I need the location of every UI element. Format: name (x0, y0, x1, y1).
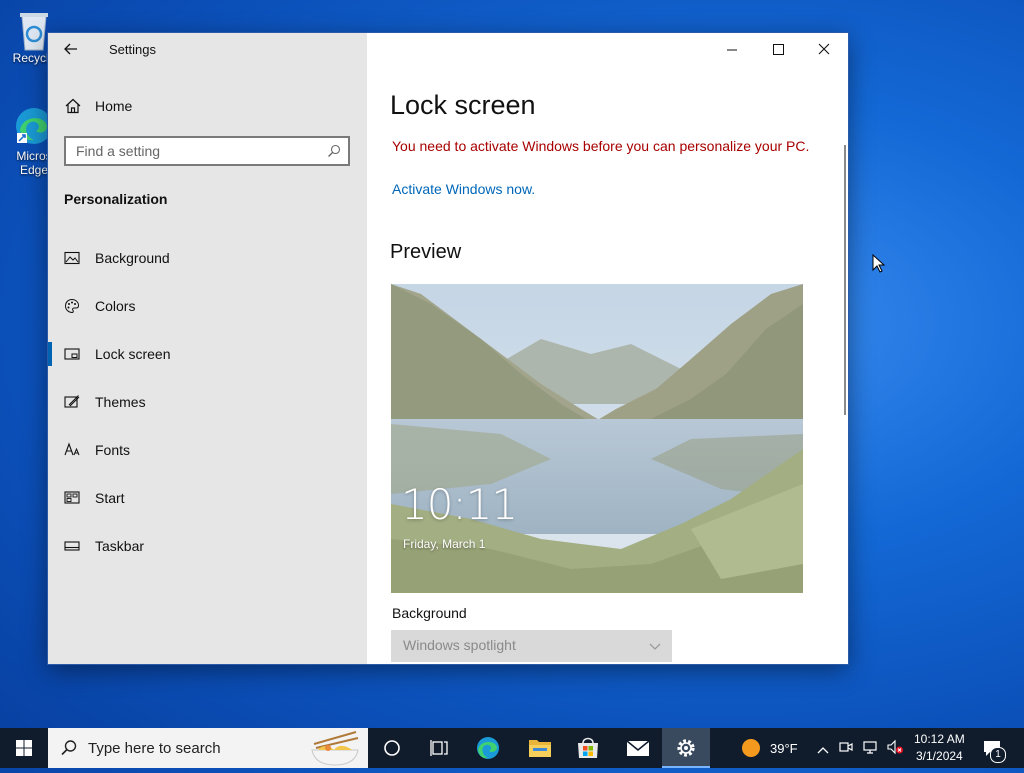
taskbar-icon (64, 538, 80, 554)
cortana-circle-icon (384, 740, 400, 756)
taskbar-search[interactable]: Type here to search (48, 728, 368, 768)
lock-screen-preview: 10:11 Friday, March 1 (391, 284, 803, 593)
activation-warning: You need to activate Windows before you … (392, 138, 810, 154)
preview-time: 10:11 (401, 480, 518, 529)
sidebar-item-label: Themes (95, 394, 146, 410)
mouse-cursor-icon (872, 253, 886, 279)
back-arrow-icon (64, 43, 77, 55)
windows-logo-icon (16, 740, 32, 756)
content-scrollbar[interactable] (844, 145, 846, 415)
maximize-button[interactable] (755, 37, 801, 63)
mail-icon (626, 740, 650, 756)
search-input[interactable] (66, 138, 326, 164)
task-view-icon (430, 740, 448, 756)
cortana-button[interactable] (368, 728, 416, 768)
file-explorer-button[interactable] (516, 728, 564, 768)
section-title: Personalization (64, 191, 168, 207)
notification-count-badge: 1 (990, 747, 1006, 763)
store-bag-icon (578, 737, 598, 758)
minimize-button[interactable] (709, 37, 755, 63)
sidebar-item-label: Background (95, 250, 170, 266)
lock-screen-icon (64, 346, 80, 362)
chevron-down-icon (648, 639, 662, 655)
network-icon[interactable] (862, 739, 878, 760)
store-button[interactable] (564, 728, 612, 768)
sidebar-item-label: Taskbar (95, 538, 145, 554)
chevron-up-icon[interactable] (816, 742, 830, 760)
close-button[interactable] (801, 37, 847, 63)
weather-temperature[interactable]: 39°F (770, 741, 798, 756)
background-label: Background (392, 605, 467, 621)
maximize-icon (773, 44, 784, 55)
mail-button[interactable] (614, 728, 662, 768)
volume-muted-icon[interactable] (886, 739, 904, 760)
taskbar-search-label: Type here to search (88, 740, 221, 757)
page-title: Lock screen (390, 90, 536, 120)
folder-icon (529, 740, 551, 757)
back-button[interactable] (62, 40, 84, 60)
fonts-icon (64, 442, 80, 458)
app-title: Settings (109, 42, 156, 57)
clock-time[interactable]: 10:12 AM (914, 732, 965, 746)
sidebar-item-fonts[interactable]: Fonts (48, 435, 367, 465)
start-button[interactable] (0, 728, 48, 768)
sidebar-item-themes[interactable]: Themes (48, 387, 367, 417)
sidebar-item-background[interactable]: Background (48, 243, 367, 273)
search-icon (60, 739, 78, 762)
taskbar-settings-button[interactable] (662, 728, 710, 768)
minimize-icon (727, 49, 737, 51)
gear-icon (677, 739, 695, 757)
picture-icon (64, 250, 80, 266)
sidebar: Settings Home Personalization Background (48, 33, 367, 664)
sidebar-item-start[interactable]: Start (48, 483, 367, 513)
meet-now-icon[interactable] (838, 739, 854, 760)
sidebar-item-label: Colors (95, 298, 136, 314)
taskbar-edge-button[interactable] (464, 728, 512, 768)
noodle-bowl-icon (304, 730, 366, 771)
content-pane: Lock screen You need to activate Windows… (367, 33, 848, 664)
sidebar-item-taskbar[interactable]: Taskbar (48, 531, 367, 561)
sidebar-item-label: Start (95, 490, 125, 506)
start-icon (64, 490, 80, 506)
sidebar-item-colors[interactable]: Colors (48, 291, 367, 321)
edge-icon (477, 737, 499, 759)
sidebar-item-label: Lock screen (95, 346, 171, 362)
close-icon (818, 43, 830, 55)
search-icon[interactable] (327, 144, 341, 163)
palette-icon (64, 298, 80, 314)
themes-icon (64, 394, 80, 410)
nav-home[interactable]: Home (48, 93, 367, 119)
sidebar-item-lock-screen[interactable]: Lock screen (48, 339, 367, 369)
weather-sun-icon[interactable] (741, 738, 761, 763)
preview-date: Friday, March 1 (403, 537, 486, 551)
taskbar: Type here to search 39°F 10:12 AM 3/1/20… (0, 728, 1024, 768)
home-icon (64, 97, 82, 120)
background-dropdown-value: Windows spotlight (403, 637, 516, 653)
settings-window: Settings Home Personalization Background (48, 33, 848, 664)
clock-date[interactable]: 3/1/2024 (916, 749, 963, 763)
background-dropdown[interactable]: Windows spotlight (391, 630, 672, 662)
sidebar-item-label: Fonts (95, 442, 131, 458)
task-view-button[interactable] (416, 728, 464, 768)
preview-heading: Preview (390, 241, 462, 263)
activate-windows-link[interactable]: Activate Windows now. (392, 181, 535, 197)
home-label: Home (95, 98, 133, 114)
search-box[interactable] (64, 136, 350, 166)
